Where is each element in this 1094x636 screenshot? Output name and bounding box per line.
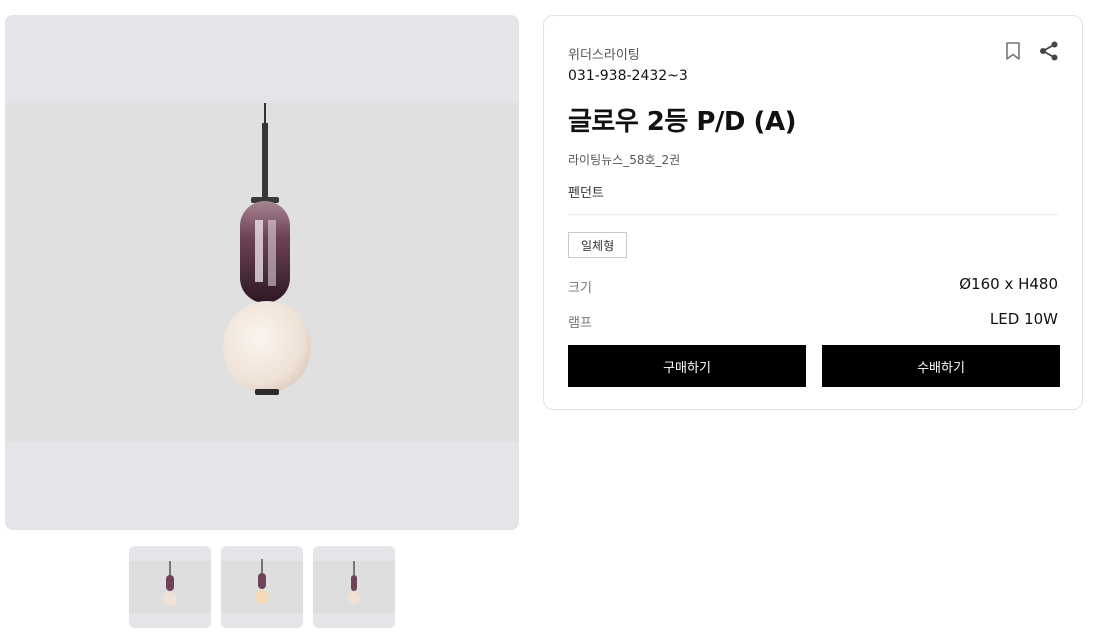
thumbnail-lamp-image (163, 561, 177, 606)
buy-button[interactable]: 구매하기 (568, 345, 806, 387)
product-source: 라이팅뉴스_58호_2권 (568, 153, 681, 167)
thumbnail-lamp-image (348, 561, 360, 604)
thumbnail-2[interactable] (221, 546, 303, 628)
spec-row-size: 크기 Ø160 x H480 (568, 275, 1058, 297)
share-icon[interactable] (1038, 40, 1060, 62)
brand-name: 위더스라이팅 (568, 48, 640, 63)
thumbnail-strip (129, 546, 395, 628)
pendant-lamp-image (223, 103, 311, 395)
delivery-button[interactable]: 수배하기 (822, 345, 1060, 387)
thumbnail-lamp-image (255, 559, 269, 604)
spec-row-lamp: 램프 LED 10W (568, 310, 1058, 332)
product-info-card: 위더스라이팅 031-938-2432~3 글로우 2등 P/D (A) 라이팅… (543, 15, 1083, 410)
spec-label: 램프 (568, 316, 592, 331)
divider (568, 214, 1058, 215)
product-type-tag: 일체형 (568, 232, 628, 258)
product-actions (1002, 40, 1060, 62)
bookmark-icon[interactable] (1002, 40, 1024, 62)
product-category: 펜던트 (568, 186, 604, 201)
thumbnail-1[interactable] (129, 546, 211, 628)
thumbnail-3[interactable] (313, 546, 395, 628)
product-main-image (5, 15, 519, 530)
brand-phone: 031-938-2432~3 (568, 68, 688, 84)
product-title: 글로우 2등 P/D (A) (568, 107, 796, 137)
spec-value: LED 10W (989, 310, 1058, 328)
spec-value: Ø160 x H480 (959, 275, 1058, 293)
spec-label: 크기 (568, 281, 592, 296)
